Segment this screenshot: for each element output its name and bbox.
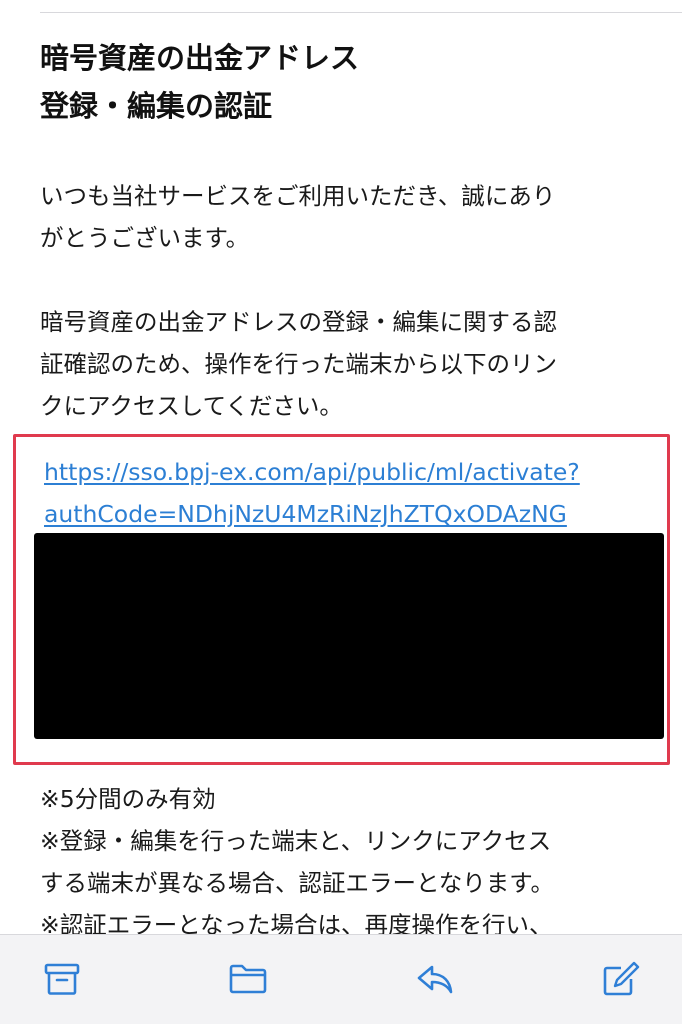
greeting-line: がとうございます。 xyxy=(40,224,250,252)
reply-button[interactable] xyxy=(415,959,455,999)
greeting-line: いつも当社サービスをご利用いただき、誠にあり xyxy=(40,182,556,210)
instruction-line: クにアクセスしてください。 xyxy=(40,392,343,420)
reply-icon xyxy=(417,965,453,994)
top-divider xyxy=(40,12,682,13)
compose-button[interactable] xyxy=(601,959,641,999)
activation-link[interactable]: https://sso.bpj-ex.com/api/public/ml/act… xyxy=(44,451,580,535)
redaction-block xyxy=(34,533,664,739)
subject-line: 暗号資産の出金アドレス xyxy=(40,41,360,75)
email-subject: 暗号資産の出金アドレス 登録・編集の認証 xyxy=(40,34,642,130)
link-line[interactable]: https://sso.bpj-ex.com/api/public/ml/act… xyxy=(44,451,580,493)
mail-message-screen: 暗号資産の出金アドレス 登録・編集の認証 いつも当社サービスをご利用いただき、誠… xyxy=(0,0,682,1024)
compose-icon xyxy=(603,961,640,996)
note-line: する端末が異なる場合、認証エラーとなります。 xyxy=(40,869,554,897)
greeting-paragraph: いつも当社サービスをご利用いただき、誠にあり がとうございます。 xyxy=(40,175,642,259)
folder-icon xyxy=(229,964,267,994)
instruction-line: 暗号資産の出金アドレスの登録・編集に関する認 xyxy=(40,308,557,336)
subject-line: 登録・編集の認証 xyxy=(40,89,273,123)
instruction-line: 証確認のため、操作を行った端末から以下のリン xyxy=(40,350,557,378)
archive-icon xyxy=(44,963,80,995)
message-body: 暗号資産の出金アドレス 登録・編集の認証 いつも当社サービスをご利用いただき、誠… xyxy=(40,34,642,427)
link-line[interactable]: authCode=NDhjNzU4MzRiNzJhZTQxODAzNG xyxy=(44,493,580,535)
instruction-paragraph: 暗号資産の出金アドレスの登録・編集に関する認 証確認のため、操作を行った端末から… xyxy=(40,301,642,427)
highlight-box: https://sso.bpj-ex.com/api/public/ml/act… xyxy=(13,434,670,765)
note-line: ※5分間のみ有効 xyxy=(40,785,216,813)
archive-button[interactable] xyxy=(42,959,82,999)
bottom-toolbar xyxy=(0,934,682,1024)
move-to-folder-button[interactable] xyxy=(228,959,268,999)
note-line: ※登録・編集を行った端末と、リンクにアクセス xyxy=(40,827,552,855)
notes-section: ※5分間のみ有効 ※登録・編集を行った端末と、リンクにアクセス する端末が異なる… xyxy=(40,778,660,946)
